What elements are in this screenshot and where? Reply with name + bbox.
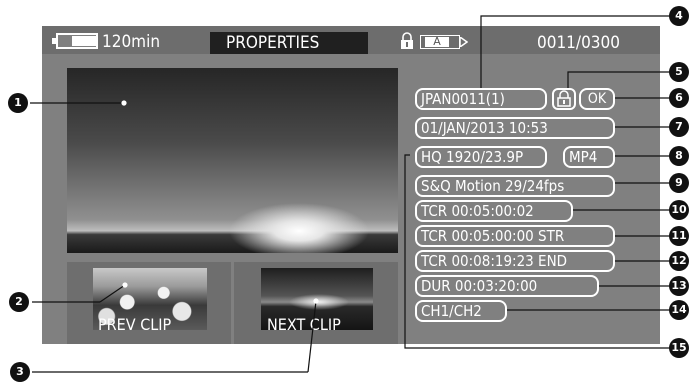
- callout-lines: [30, 15, 672, 373]
- callout-10: 10: [669, 200, 689, 220]
- callout-5: 5: [669, 62, 689, 82]
- callout-1: 1: [8, 93, 28, 113]
- callout-2: 2: [9, 292, 29, 312]
- callout-14: 14: [669, 300, 689, 320]
- callout-11: 11: [669, 226, 689, 246]
- callout-12: 12: [669, 251, 689, 271]
- callout-13: 13: [669, 276, 689, 296]
- callout-6: 6: [669, 88, 689, 108]
- callout-7: 7: [669, 117, 689, 137]
- callout-15: 15: [669, 338, 689, 358]
- callout-9: 9: [669, 173, 689, 193]
- callout-4: 4: [669, 6, 689, 26]
- callout-8: 8: [669, 146, 689, 166]
- callout-3: 3: [10, 362, 30, 382]
